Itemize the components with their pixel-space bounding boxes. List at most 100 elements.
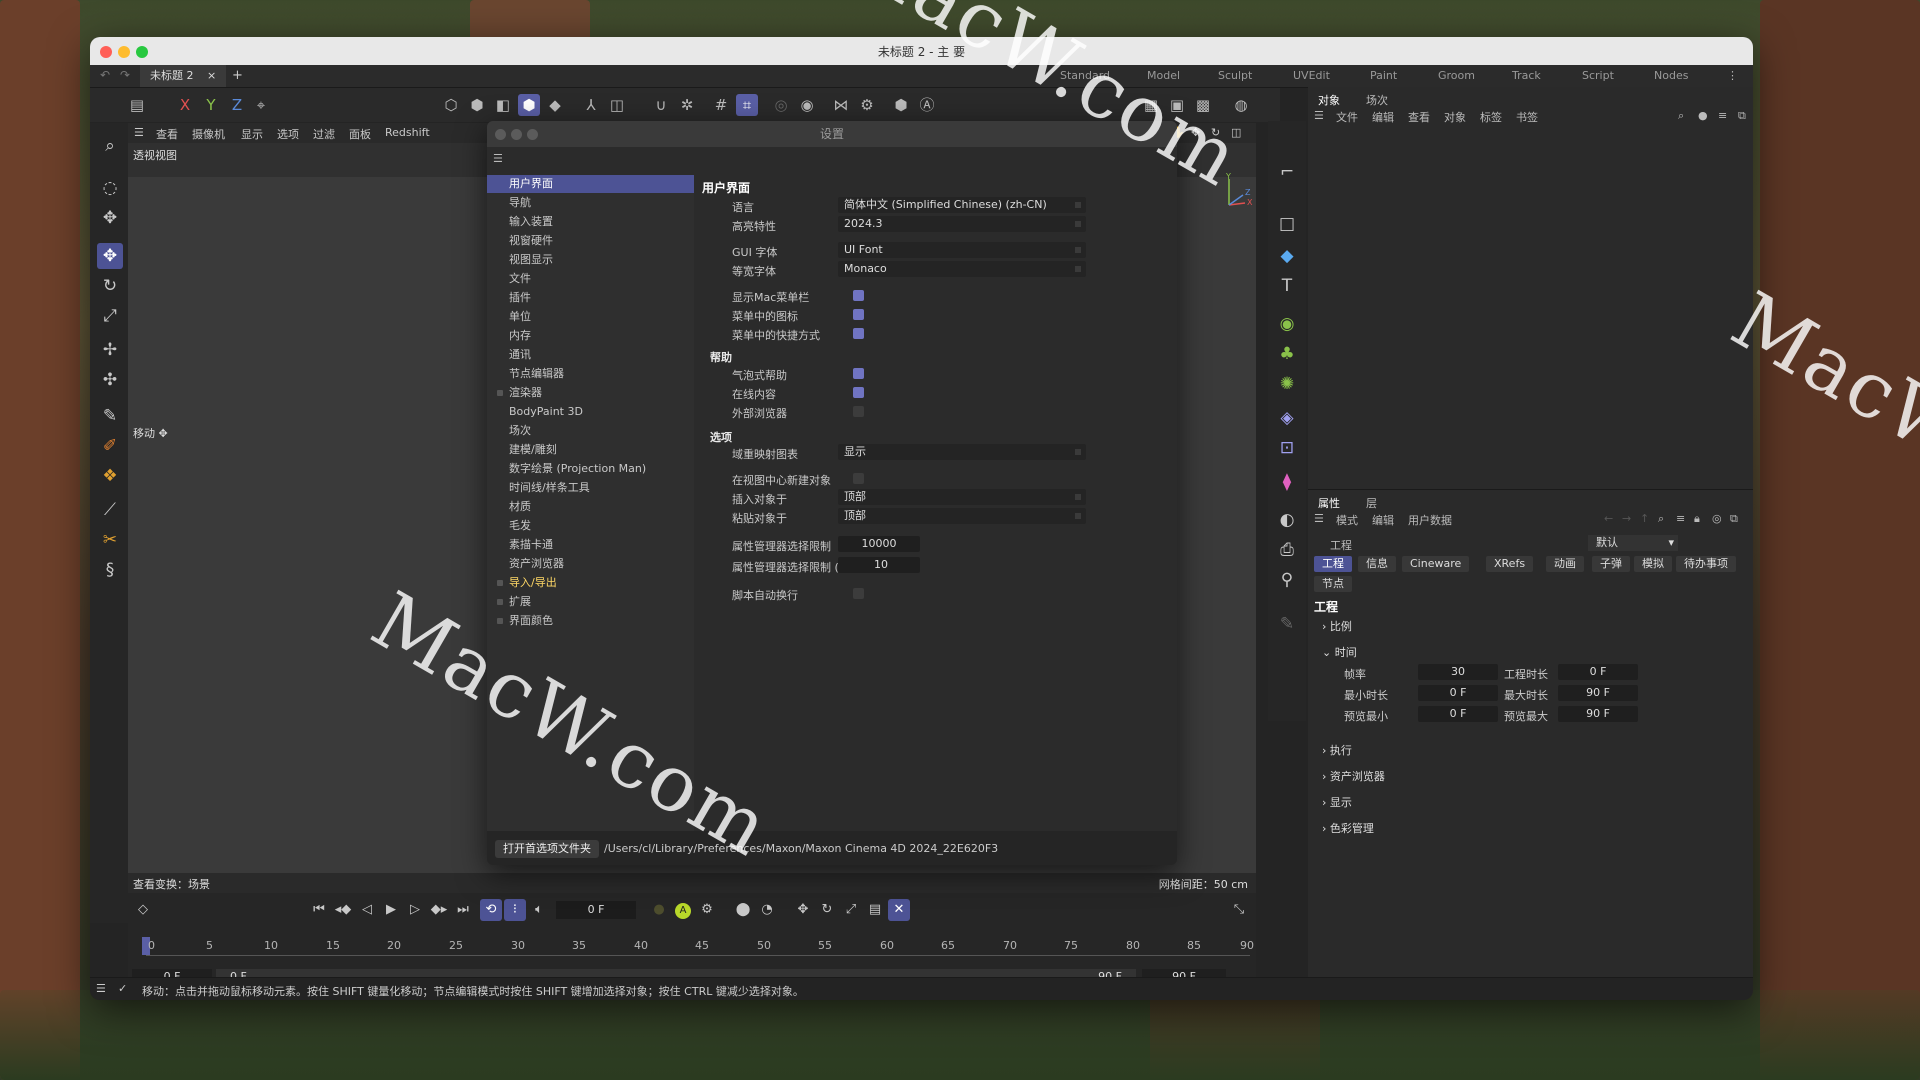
paste-obj-dropdown[interactable]: 顶部 — [838, 508, 1086, 524]
new-tab-button[interactable]: + — [232, 68, 243, 83]
sound-icon[interactable]: 🔈︎ — [528, 899, 550, 921]
chip-bullet[interactable]: 子弹 — [1592, 556, 1630, 572]
chip-nodes[interactable]: 节点 — [1314, 576, 1352, 592]
points-mode-icon[interactable]: ⬡ — [440, 94, 462, 116]
autodesk-icon[interactable]: Ⓐ — [916, 94, 938, 116]
preview-max-field[interactable]: 90 F — [1558, 706, 1638, 722]
layout-uvedit[interactable]: UVEdit — [1293, 69, 1330, 82]
project-length-field[interactable]: 0 F — [1558, 664, 1638, 680]
keyframe-icon[interactable]: ◇ — [132, 899, 154, 921]
spline-pen-icon[interactable]: ✎ — [97, 403, 123, 429]
section-time[interactable]: ⌄ 时间 — [1322, 644, 1357, 660]
go-to-end-icon[interactable]: ⏭ — [452, 899, 474, 921]
viewport-menu-filter[interactable]: 过滤 — [313, 126, 335, 142]
motion-icon[interactable]: ⬤ — [732, 899, 754, 921]
motion-clip-icon[interactable]: ◔ — [756, 899, 778, 921]
scale-tool-icon[interactable]: ⤢ — [97, 303, 123, 329]
chip-info[interactable]: 信息 — [1358, 556, 1396, 572]
filter-toggle-icon[interactable]: ● — [1698, 109, 1708, 122]
nav-ui-colors[interactable]: 界面颜色 — [487, 612, 694, 630]
clapper-icon[interactable]: ▤ — [126, 94, 148, 116]
hamburger-icon[interactable]: ☰ — [96, 982, 106, 995]
nav-node-editor[interactable]: 节点编辑器 — [487, 365, 694, 383]
new-window-icon[interactable]: ⧉ — [1738, 109, 1746, 123]
mograph-icon[interactable]: ⧫ — [1274, 469, 1300, 495]
grid-icon[interactable]: # — [710, 94, 732, 116]
sketch-icon[interactable]: ✐ — [97, 433, 123, 459]
deformer-icon[interactable]: ◈ — [1274, 405, 1300, 431]
viewport-menu-view[interactable]: 查看 — [156, 126, 178, 142]
preview-min-field[interactable]: 0 F — [1418, 706, 1498, 722]
layout-model[interactable]: Model — [1147, 69, 1180, 82]
model-mode-icon[interactable]: ⬢ — [518, 94, 540, 116]
loop-icon[interactable]: ⟲ — [480, 899, 502, 921]
attr-menu-userdata[interactable]: 用户数据 — [1408, 512, 1452, 528]
nav-timeline-spline[interactable]: 时间线/样条工具 — [487, 479, 694, 497]
insert-obj-dropdown[interactable]: 顶部 — [838, 489, 1086, 505]
playback-rate-icon[interactable]: ⁝ — [504, 899, 526, 921]
maximize-view-icon[interactable]: ◫ — [1231, 126, 1241, 139]
menu-shortcuts-checkbox[interactable] — [853, 328, 864, 339]
edges-mode-icon[interactable]: ⬢ — [466, 94, 488, 116]
search-icon[interactable]: ⌕ — [1658, 512, 1664, 526]
z-axis-toggle[interactable]: Z — [226, 94, 248, 116]
up-arrow-icon[interactable]: ↑ — [1640, 512, 1649, 525]
hamburger-icon[interactable]: ☰ — [1314, 109, 1324, 122]
hamburger-icon[interactable]: ☰ — [493, 152, 503, 165]
bubble-help-checkbox[interactable] — [853, 368, 864, 379]
y-axis-toggle[interactable]: Y — [200, 94, 222, 116]
gui-font-dropdown[interactable]: UI Font — [838, 242, 1086, 258]
layout-groom[interactable]: Groom — [1438, 69, 1475, 82]
nav-sketch-toon[interactable]: 素描卡通 — [487, 536, 694, 554]
nav-ui[interactable]: 用户界面 — [487, 175, 694, 193]
object-menu-object[interactable]: 对象 — [1444, 109, 1466, 125]
nav-bodypaint[interactable]: BodyPaint 3D — [487, 403, 694, 421]
section-color-management[interactable]: › 色彩管理 — [1322, 820, 1374, 836]
language-dropdown[interactable]: 简体中文 (Simplified Chinese) (zh-CN) — [838, 197, 1086, 213]
section-display[interactable]: › 显示 — [1322, 794, 1352, 810]
nav-memory[interactable]: 内存 — [487, 327, 694, 345]
open-prefs-folder-button[interactable]: 打开首选项文件夹 — [495, 840, 599, 858]
document-tab[interactable]: 未标题 2 × — [140, 65, 227, 87]
render-region-icon[interactable]: ▦ — [1140, 94, 1162, 116]
online-content-checkbox[interactable] — [853, 387, 864, 398]
prev-key-icon[interactable]: ◂◆ — [332, 899, 354, 921]
axis-mode-icon[interactable]: ⅄ — [580, 94, 602, 116]
layout-standard[interactable]: Standard — [1060, 69, 1110, 82]
nav-takes[interactable]: 场次 — [487, 422, 694, 440]
redshift-icon[interactable]: ⬢ — [890, 94, 912, 116]
layout-paint[interactable]: Paint — [1370, 69, 1397, 82]
nav-renderer[interactable]: 渲染器 — [487, 384, 694, 402]
go-to-start-icon[interactable]: ⏮ — [308, 899, 330, 921]
attr-menu-edit[interactable]: 编辑 — [1372, 512, 1394, 528]
subdivision-icon[interactable]: ◉ — [1274, 311, 1300, 337]
highlight-dropdown[interactable]: 2024.3 — [838, 216, 1086, 232]
transform-tool-icon[interactable]: ✢ — [97, 337, 123, 363]
multi-tool-icon[interactable]: ✣ — [97, 367, 123, 393]
chip-cineware[interactable]: Cineware — [1402, 556, 1470, 572]
min-time-field[interactable]: 0 F — [1418, 685, 1498, 701]
viewport-menu-redshift[interactable]: Redshift — [385, 126, 430, 139]
tab-close-icon[interactable]: × — [207, 69, 216, 82]
chip-animation[interactable]: 动画 — [1546, 556, 1584, 572]
record-icon[interactable]: ● — [648, 899, 670, 921]
undo-icon[interactable]: ↶ — [100, 68, 110, 82]
select-settings-icon[interactable]: ✥ — [97, 205, 123, 231]
nav-extensions[interactable]: 扩展 — [487, 593, 694, 611]
section-execute[interactable]: › 执行 — [1322, 742, 1352, 758]
next-frame-icon[interactable]: ▷ — [404, 899, 426, 921]
cube-icon[interactable]: ◆ — [1274, 243, 1300, 269]
back-arrow-icon[interactable]: ← — [1604, 512, 1613, 525]
search-icon[interactable]: ⌕ — [97, 133, 123, 159]
nav-hair[interactable]: 毛发 — [487, 517, 694, 535]
brush-icon[interactable]: ⟋ — [97, 497, 123, 523]
cloner-icon[interactable]: ♣ — [1274, 341, 1300, 367]
tab-objects[interactable]: 对象 — [1318, 92, 1340, 108]
play-icon[interactable]: ▶ — [380, 899, 402, 921]
object-mode-icon[interactable]: ◆ — [544, 94, 566, 116]
x-axis-toggle[interactable]: X — [174, 94, 196, 116]
move-tool-icon[interactable]: ✥ — [97, 243, 123, 269]
polygons-mode-icon[interactable]: ◧ — [492, 94, 514, 116]
new-obj-center-checkbox[interactable] — [853, 473, 864, 484]
mono-font-dropdown[interactable]: Monaco — [838, 261, 1086, 277]
